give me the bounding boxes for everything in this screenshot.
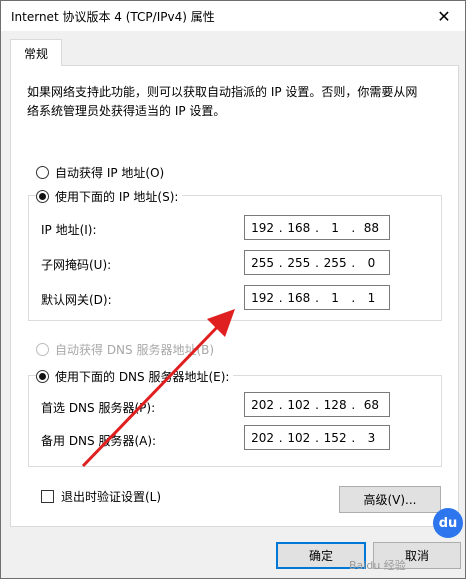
octet: 128 bbox=[323, 397, 347, 412]
octet: 102 bbox=[287, 397, 311, 412]
radio-manual-ip-control[interactable] bbox=[36, 190, 49, 203]
baidu-watermark-text: Baidu 经验 bbox=[349, 559, 406, 572]
octet: 192 bbox=[251, 220, 275, 235]
default-gateway-input[interactable]: 192. 168. 1. 1 bbox=[244, 285, 390, 310]
octet: 0 bbox=[367, 255, 376, 270]
radio-auto-ip-control[interactable] bbox=[36, 166, 49, 179]
radio-auto-dns[interactable]: 自动获得 DNS 服务器地址(B) bbox=[36, 341, 214, 358]
subnet-mask-label: 子网掩码(U): bbox=[41, 258, 112, 272]
validate-settings-checkbox-control[interactable] bbox=[41, 490, 54, 503]
description-line-1: 如果网络支持此功能，则可以获取自动指派的 IP 设置。否则，你需要从网 bbox=[27, 85, 418, 99]
octet: 1 bbox=[367, 290, 376, 305]
subnet-mask-input[interactable]: 255. 255. 255. 0 bbox=[244, 250, 390, 275]
default-gateway-label: 默认网关(D): bbox=[41, 293, 112, 307]
radio-auto-ip[interactable]: 自动获得 IP 地址(O) bbox=[36, 164, 164, 181]
baidu-logo-icon: du bbox=[433, 508, 463, 538]
close-button[interactable]: ✕ bbox=[427, 3, 461, 29]
radio-auto-dns-control[interactable] bbox=[36, 343, 49, 356]
preferred-dns-input[interactable]: 202. 102. 128. 68 bbox=[244, 392, 390, 417]
tab-general-label: 常规 bbox=[23, 46, 48, 61]
octet: 255 bbox=[323, 255, 347, 270]
advanced-button[interactable]: 高级(V)... bbox=[339, 486, 441, 513]
radio-auto-dns-label: 自动获得 DNS 服务器地址(B) bbox=[55, 343, 215, 357]
description-text: 如果网络支持此功能，则可以获取自动指派的 IP 设置。否则，你需要从网 络系统管… bbox=[27, 83, 447, 121]
octet: 1 bbox=[331, 290, 339, 305]
ok-button-label: 确定 bbox=[308, 549, 333, 563]
octet: 68 bbox=[363, 397, 380, 412]
radio-manual-ip-label: 使用下面的 IP 地址(S): bbox=[55, 190, 179, 204]
validate-settings-label: 退出时验证设置(L) bbox=[61, 490, 162, 504]
octet: 202 bbox=[251, 397, 275, 412]
validate-settings-checkbox[interactable]: 退出时验证设置(L) bbox=[41, 488, 161, 505]
octet: 202 bbox=[251, 430, 275, 445]
ip-address-label: IP 地址(I): bbox=[41, 223, 97, 237]
dialog-window: Internet 协议版本 4 (TCP/IPv4) 属性 ✕ 常规 如果网络支… bbox=[0, 0, 466, 579]
alternate-dns-input[interactable]: 202. 102. 152. 3 bbox=[244, 425, 390, 450]
radio-auto-ip-label: 自动获得 IP 地址(O) bbox=[55, 166, 165, 180]
title-bar: Internet 协议版本 4 (TCP/IPv4) 属性 ✕ bbox=[1, 1, 465, 31]
octet: 168 bbox=[287, 220, 311, 235]
octet: 102 bbox=[287, 430, 311, 445]
octet: 88 bbox=[363, 220, 380, 235]
octet: 255 bbox=[287, 255, 311, 270]
octet: 168 bbox=[287, 290, 311, 305]
baidu-logo-text: du bbox=[438, 515, 458, 531]
cancel-button-label: 取消 bbox=[404, 549, 429, 563]
radio-manual-dns-label: 使用下面的 DNS 服务器地址(E): bbox=[55, 370, 230, 384]
dns-group-box bbox=[28, 375, 442, 467]
radio-manual-ip[interactable]: 使用下面的 IP 地址(S): bbox=[36, 188, 183, 205]
octet: 152 bbox=[323, 430, 347, 445]
advanced-button-label: 高级(V)... bbox=[363, 493, 417, 507]
ip-address-input[interactable]: 192. 168. 1. 88 bbox=[244, 215, 390, 240]
octet: 192 bbox=[251, 290, 275, 305]
alternate-dns-label: 备用 DNS 服务器(A): bbox=[41, 434, 157, 448]
octet: 255 bbox=[251, 255, 275, 270]
preferred-dns-label: 首选 DNS 服务器(P): bbox=[41, 401, 156, 415]
window-title: Internet 协议版本 4 (TCP/IPv4) 属性 bbox=[11, 10, 215, 24]
description-line-2: 络系统管理员处获得适当的 IP 设置。 bbox=[27, 104, 226, 118]
octet: 1 bbox=[331, 220, 339, 235]
octet: 3 bbox=[367, 430, 376, 445]
radio-manual-dns-control[interactable] bbox=[36, 370, 49, 383]
tab-general[interactable]: 常规 bbox=[10, 39, 62, 66]
close-icon: ✕ bbox=[437, 6, 451, 26]
radio-manual-dns[interactable]: 使用下面的 DNS 服务器地址(E): bbox=[36, 368, 234, 385]
